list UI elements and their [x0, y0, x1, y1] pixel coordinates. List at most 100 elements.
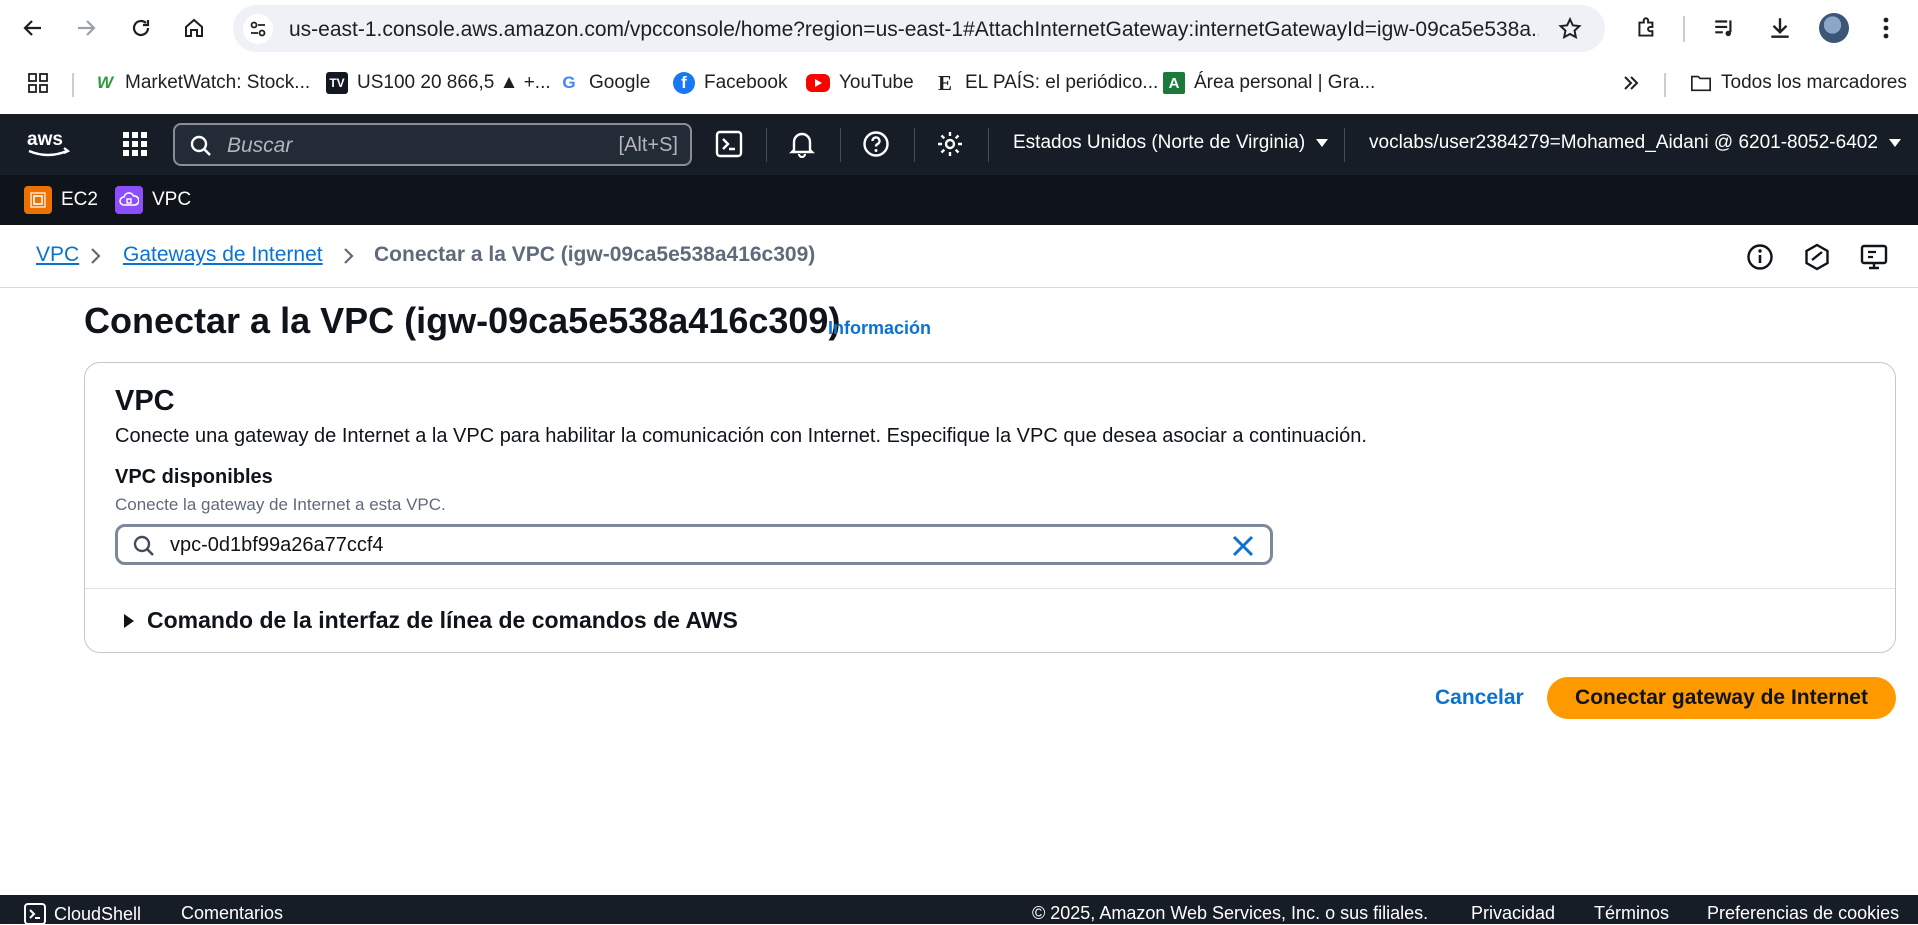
privacy-link[interactable]: Privacidad [1471, 903, 1555, 924]
account-menu[interactable]: voclabs/user2384279=Mohamed_Aidani @ 620… [1369, 132, 1902, 154]
feedback-link[interactable]: Comentarios [181, 903, 283, 924]
forward-icon[interactable] [68, 10, 104, 46]
clear-icon[interactable] [1230, 533, 1256, 559]
svg-text:aws: aws [27, 129, 63, 150]
bookmark-star-icon[interactable] [1557, 16, 1583, 42]
more-bookmarks-icon[interactable] [1620, 71, 1642, 95]
aws-top-nav: aws Buscar [Alt+S] Estados Unidos (Norte… [0, 114, 1918, 175]
search-placeholder: Buscar [227, 134, 293, 157]
breadcrumb-vpc[interactable]: VPC [36, 243, 79, 267]
site-settings-icon[interactable] [243, 14, 273, 44]
download-icon[interactable] [1764, 12, 1796, 44]
info-circle-icon[interactable] [1746, 243, 1774, 271]
bookmark-google[interactable]: G Google [558, 68, 650, 98]
service-label: EC2 [61, 189, 98, 210]
account-label: voclabs/user2384279=Mohamed_Aidani @ 620… [1369, 132, 1878, 153]
media-controls-icon[interactable] [1709, 12, 1741, 44]
bookmark-label: Google [589, 72, 651, 93]
security-hexagon-icon[interactable] [1803, 243, 1831, 271]
terms-link[interactable]: Términos [1594, 903, 1669, 924]
bookmark-youtube[interactable]: YouTube [806, 68, 914, 98]
area-personal-icon: A [1163, 72, 1185, 94]
home-icon[interactable] [176, 10, 212, 46]
caret-right-icon [124, 613, 134, 628]
notifications-bell-icon[interactable] [784, 126, 820, 162]
toolbar-divider [1683, 16, 1685, 42]
google-icon: G [562, 73, 576, 92]
service-label: VPC [152, 189, 192, 210]
address-bar[interactable]: us-east-1.console.aws.amazon.com/vpccons… [233, 5, 1605, 52]
region-label: Estados Unidos (Norte de Virginia) [1013, 132, 1306, 153]
vpc-select-input[interactable]: vpc-0d1bf99a26a77ccf4 [115, 524, 1273, 565]
browser-menu-icon[interactable] [1870, 12, 1902, 44]
nav-divider [988, 128, 989, 162]
breadcrumb-internet-gateways[interactable]: Gateways de Internet [123, 243, 323, 267]
profile-avatar[interactable] [1819, 13, 1849, 43]
bookmark-label: Facebook [704, 72, 788, 93]
ec2-icon [24, 186, 52, 214]
chevron-right-icon [344, 248, 354, 264]
bookmark-label: US100 20 866,5 ▲ +... [357, 72, 551, 93]
caret-down-icon [1316, 139, 1329, 147]
url-text: us-east-1.console.aws.amazon.com/vpccons… [289, 18, 1539, 41]
feedback-screen-icon[interactable] [1860, 243, 1888, 271]
bookmark-label: MarketWatch: Stock... [125, 72, 311, 93]
cloudshell-icon [24, 903, 46, 925]
copyright-text: © 2025, Amazon Web Services, Inc. o sus … [1032, 903, 1429, 923]
panel-description: Conecte una gateway de Internet a la VPC… [115, 425, 1367, 447]
back-icon[interactable] [15, 10, 51, 46]
service-vpc[interactable]: VPC [115, 185, 191, 215]
cancel-button[interactable]: Cancelar [1435, 686, 1524, 710]
settings-gear-icon[interactable] [932, 126, 968, 162]
region-selector[interactable]: Estados Unidos (Norte de Virginia) [1013, 132, 1329, 154]
tradingview-icon: TV [326, 72, 348, 94]
bookmark-marketwatch[interactable]: W MarketWatch: Stock... [94, 68, 310, 98]
bookmark-facebook[interactable]: f Facebook [673, 68, 787, 98]
vpc-field-label: VPC disponibles [115, 466, 273, 488]
chevron-right-icon [91, 248, 101, 264]
breadcrumb: VPC Gateways de Internet Conectar a la V… [0, 225, 1918, 288]
aws-search-input[interactable]: Buscar [Alt+S] [173, 123, 692, 166]
all-bookmarks-label: Todos los marcadores [1721, 72, 1907, 93]
bookmark-elpais[interactable]: E EL PAÍS: el periódico... [934, 68, 1158, 98]
bookmark-area-personal[interactable]: A Área personal | Gra... [1163, 68, 1375, 98]
all-bookmarks-folder[interactable]: Todos los marcadores [1690, 68, 1907, 98]
vpc-panel: VPC Conecte una gateway de Internet a la… [84, 362, 1896, 653]
browser-chrome: us-east-1.console.aws.amazon.com/vpccons… [0, 0, 1918, 114]
search-icon [189, 134, 213, 158]
aws-logo[interactable]: aws [26, 127, 74, 159]
reload-icon[interactable] [123, 10, 159, 46]
cloudshell-icon[interactable] [711, 126, 747, 162]
bookmark-label: EL PAÍS: el periódico... [965, 72, 1159, 93]
apps-grid-icon[interactable] [26, 71, 50, 95]
services-grid-icon[interactable] [117, 126, 153, 162]
vpc-field-description: Conecte la gateway de Internet a esta VP… [115, 495, 446, 514]
vpc-input-value: vpc-0d1bf99a26a77ccf4 [170, 534, 384, 556]
search-icon [132, 534, 156, 558]
bookmarks-divider [72, 73, 74, 97]
service-ec2[interactable]: EC2 [24, 185, 98, 215]
bookmark-label: Área personal | Gra... [1194, 72, 1376, 93]
marketwatch-icon: W [96, 73, 114, 92]
nav-divider [1344, 128, 1345, 162]
cloudshell-label: CloudShell [54, 903, 142, 924]
info-link[interactable]: Información [828, 318, 931, 339]
aws-favorites-bar: EC2 VPC [0, 175, 1918, 225]
panel-title: VPC [115, 385, 175, 417]
folder-icon [1690, 72, 1712, 94]
nav-divider [840, 128, 841, 162]
cli-command-label: Comando de la interfaz de línea de coman… [147, 607, 738, 633]
help-icon[interactable] [858, 126, 894, 162]
nav-divider [914, 128, 915, 162]
extensions-icon[interactable] [1631, 12, 1663, 44]
bookmark-us100[interactable]: TV US100 20 866,5 ▲ +... [326, 68, 551, 98]
cli-command-expander[interactable]: Comando de la interfaz de línea de coman… [123, 607, 738, 634]
attach-internet-gateway-button[interactable]: Conectar gateway de Internet [1547, 677, 1896, 719]
caret-down-icon [1888, 139, 1901, 147]
bookmarks-bar: W MarketWatch: Stock... TV US100 20 866,… [0, 62, 1918, 104]
elpais-icon: E [937, 70, 952, 95]
cloudshell-footer-button[interactable]: CloudShell [24, 903, 141, 925]
cookie-preferences-link[interactable]: Preferencias de cookies [1707, 903, 1899, 924]
search-shortcut: [Alt+S] [618, 134, 678, 156]
breadcrumb-current: Conectar a la VPC (igw-09ca5e538a416c309… [374, 243, 816, 266]
